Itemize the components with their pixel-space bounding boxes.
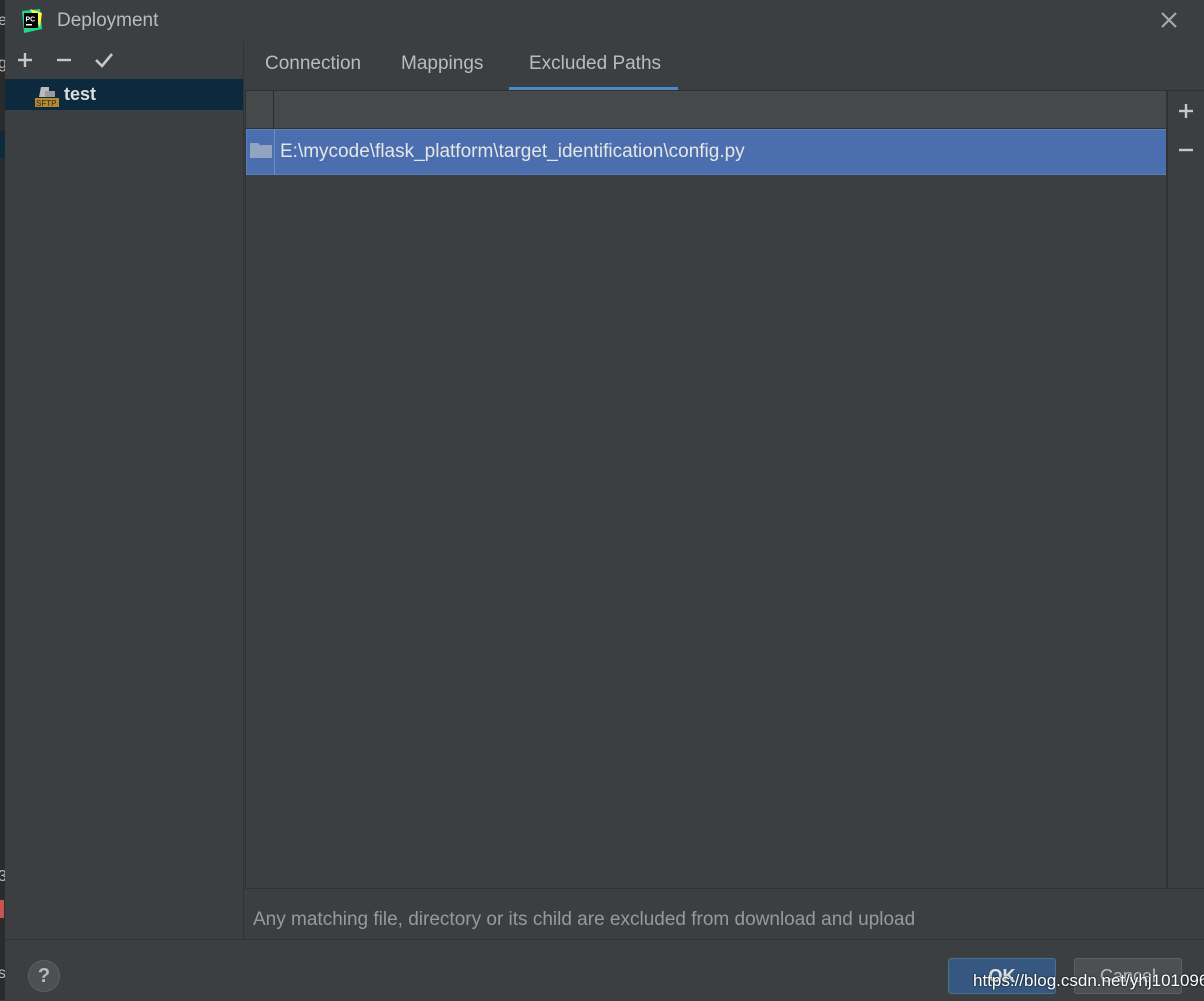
- help-label: ?: [37, 965, 51, 987]
- sftp-label: SFTP: [36, 99, 56, 107]
- tab-label: Mappings: [401, 53, 484, 74]
- table-row[interactable]: E:\mycode\flask_platform\target_identifi…: [246, 129, 1167, 175]
- checkmark-icon[interactable]: [92, 48, 116, 72]
- svg-text:PC: PC: [26, 17, 36, 24]
- server-item-test[interactable]: SFTP test: [5, 79, 243, 110]
- tab-connection[interactable]: Connection: [245, 42, 383, 90]
- minus-icon[interactable]: [1175, 139, 1197, 161]
- title-bar: PC Deployment: [5, 0, 1204, 42]
- plus-icon[interactable]: [13, 48, 37, 72]
- column-divider: [274, 130, 275, 174]
- sftp-server-icon: SFTP: [35, 87, 59, 107]
- tab-label: Excluded Paths: [529, 53, 662, 74]
- tab-label: Connection: [265, 53, 362, 74]
- background-error-marker: [0, 900, 4, 918]
- hint-bar: Any matching file, directory or its chil…: [245, 888, 1204, 940]
- tab-bar: Connection Mappings Excluded Paths: [245, 42, 1204, 91]
- server-name: test: [64, 84, 97, 104]
- column-divider[interactable]: [273, 91, 274, 128]
- watermark: https://blog.csdn.net/yhj101096: [973, 971, 1204, 990]
- server-list-pane: SFTP test: [5, 42, 244, 939]
- dialog-button-bar: ? OK Cancel https://blog.csdn.net/yhj101…: [5, 939, 1204, 1001]
- pycharm-icon: PC: [22, 9, 42, 33]
- hint-text: Any matching file, directory or its chil…: [253, 909, 916, 930]
- dialog-title: Deployment: [57, 10, 159, 31]
- plus-icon[interactable]: [1175, 100, 1197, 122]
- deployment-dialog: PC Deployment SFTP test Connection Mappi…: [5, 0, 1204, 1001]
- tab-excluded-paths[interactable]: Excluded Paths: [509, 42, 678, 91]
- table-header: [246, 91, 1167, 129]
- folder-icon: [250, 143, 272, 158]
- close-icon[interactable]: [1155, 6, 1183, 34]
- help-button[interactable]: ?: [28, 960, 60, 992]
- excluded-paths-table: E:\mycode\flask_platform\target_identifi…: [245, 90, 1168, 889]
- minus-icon[interactable]: [52, 48, 76, 72]
- server-toolbar: [5, 42, 243, 78]
- table-side-toolbar: [1166, 90, 1204, 887]
- tab-mappings[interactable]: Mappings: [383, 42, 509, 90]
- excluded-path: E:\mycode\flask_platform\target_identifi…: [280, 141, 745, 162]
